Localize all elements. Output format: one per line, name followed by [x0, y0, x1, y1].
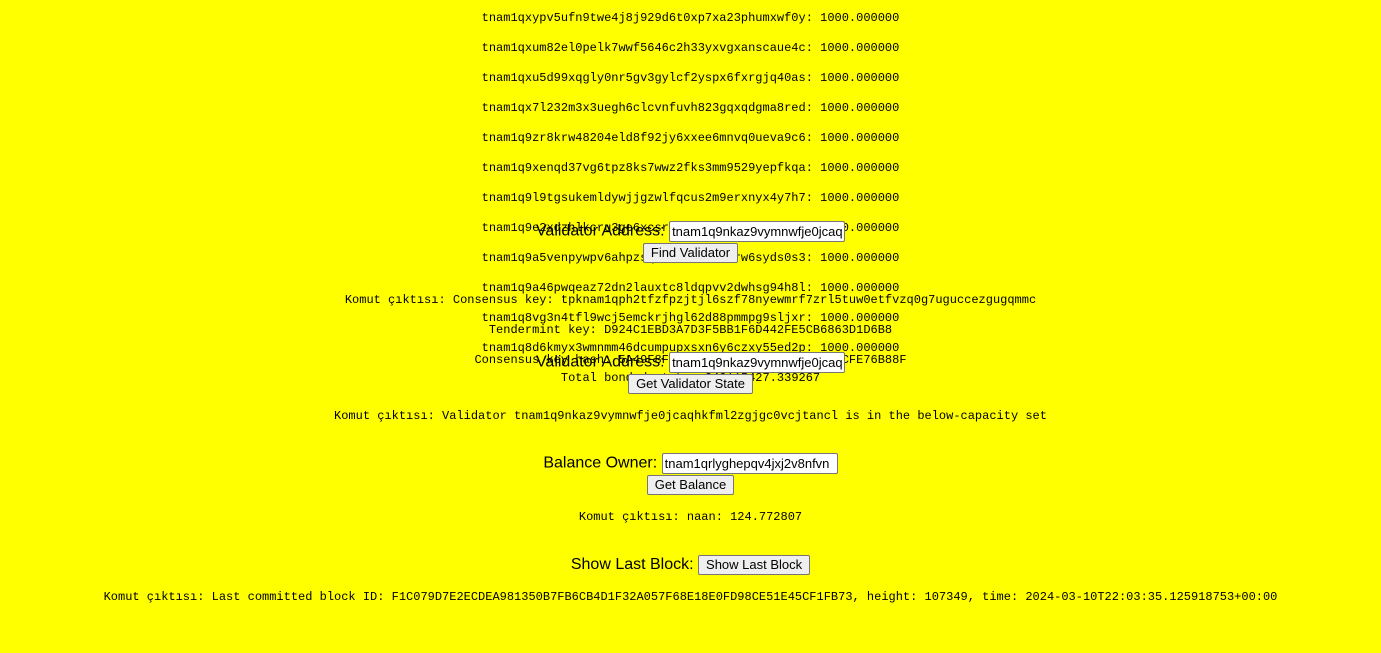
last-block-output: Komut çıktısı: Last committed block ID: …: [103, 590, 1278, 604]
validator-address-label: Validator Address:: [535, 222, 665, 240]
validator-state-address-input[interactable]: [669, 352, 846, 373]
stake-line: tnam1q9zr8krw48204eld8f92jy6xxee6mnvq0ue…: [481, 131, 900, 145]
find-validator-button[interactable]: Find Validator: [642, 243, 739, 263]
validator-state-button-row: Get Validator State: [0, 374, 1381, 394]
validator-state-output: Komut çıktısı: Validator tnam1q9nkaz9vym…: [334, 409, 1047, 423]
stake-line: tnam1q9xenqd37vg6tpz8ks7wwz2fks3mm9529ye…: [481, 161, 900, 175]
find-validator-address-row: Validator Address:: [0, 221, 1381, 242]
stake-line: tnam1qx7l232m3x3uegh6clcvnfuvh823gqxqdgm…: [481, 101, 900, 115]
last-block-label: Show Last Block:: [570, 556, 694, 573]
balance-output: Komut çıktısı: naan: 124.772807: [578, 510, 803, 524]
balance-owner-input[interactable]: [661, 453, 838, 474]
stake-line: tnam1qxu5d99xqgly0nr5gv3gylcf2yspx6fxrgj…: [481, 71, 900, 85]
get-balance-button[interactable]: Get Balance: [646, 475, 735, 495]
stake-line: tnam1q9l9tgsukemldywjjgzwlfqcus2m9erxnyx…: [481, 191, 900, 205]
validator-state-address-row: Validator Address:: [0, 352, 1381, 373]
show-last-block-button[interactable]: Show Last Block: [698, 555, 811, 575]
find-validator-button-row: Find Validator: [0, 243, 1381, 263]
consensus-key-line: Komut çıktısı: Consensus key: tpknam1qph…: [344, 293, 1037, 307]
validator-address-input[interactable]: [669, 221, 846, 242]
stake-line: tnam1qxypv5ufn9twe4j8j929d6t0xp7xa23phum…: [481, 11, 900, 25]
validator-address-label: Validator Address:: [535, 353, 665, 371]
stake-line: tnam1qxum82el0pelk7wwf5646c2h33yxvgxansc…: [481, 41, 900, 55]
balance-button-row: Get Balance: [0, 475, 1381, 495]
tendermint-key-line: Tendermint key: D924C1EBD3A7D3F5BB1F6D44…: [488, 323, 893, 337]
get-validator-state-button[interactable]: Get Validator State: [628, 374, 753, 394]
last-block-row: Show Last Block: Show Last Block: [0, 555, 1381, 575]
balance-owner-row: Balance Owner:: [0, 453, 1381, 474]
balance-owner-label: Balance Owner:: [543, 454, 658, 472]
